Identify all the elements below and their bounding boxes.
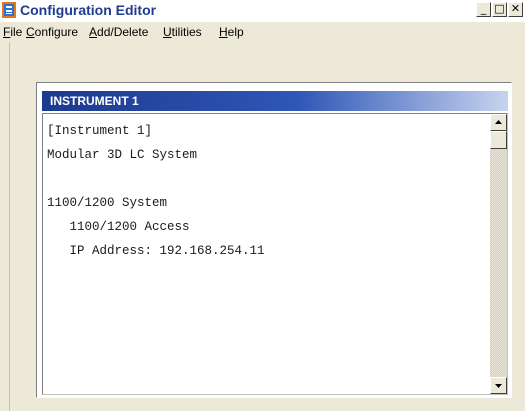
vertical-scrollbar[interactable] [490,114,507,394]
menu-help[interactable]: Help [219,25,244,39]
menu-utilities[interactable]: Utilities [163,25,202,39]
window-edge [9,42,10,411]
config-textbox[interactable]: [Instrument 1] Modular 3D LC System 1100… [42,113,508,395]
config-line: [Instrument 1] [47,124,153,138]
menu-add-delete[interactable]: Add/Delete [89,25,148,39]
arrow-up-icon [495,120,502,124]
maximize-button[interactable]: □ [492,2,507,17]
arrow-down-icon [495,384,502,388]
config-line: IP Address: 192.168.254.11 [47,244,265,258]
config-line: 1100/1200 Access [47,220,190,234]
close-button[interactable]: ✕ [508,2,523,17]
window-title: Configuration Editor [20,2,157,18]
app-icon[interactable] [2,2,16,18]
menu-bar: File Configure Add/Delete Utilities Help [0,22,525,42]
config-line: 1100/1200 System [47,196,168,210]
config-text[interactable]: [Instrument 1] Modular 3D LC System 1100… [47,119,265,263]
scroll-thumb[interactable] [490,131,507,149]
panel-title: INSTRUMENT 1 [50,94,139,108]
panel-header: INSTRUMENT 1 [42,91,508,111]
menu-configure[interactable]: Configure [26,25,78,39]
menu-file[interactable]: File [3,25,22,39]
instrument-panel: INSTRUMENT 1 [Instrument 1] Modular 3D L… [36,82,512,398]
title-bar: Configuration Editor _ □ ✕ [0,0,525,22]
scroll-down-button[interactable] [490,377,507,394]
scroll-up-button[interactable] [490,114,507,131]
config-line [47,167,265,191]
minimize-button[interactable]: _ [476,2,491,17]
config-line: Modular 3D LC System [47,148,198,162]
